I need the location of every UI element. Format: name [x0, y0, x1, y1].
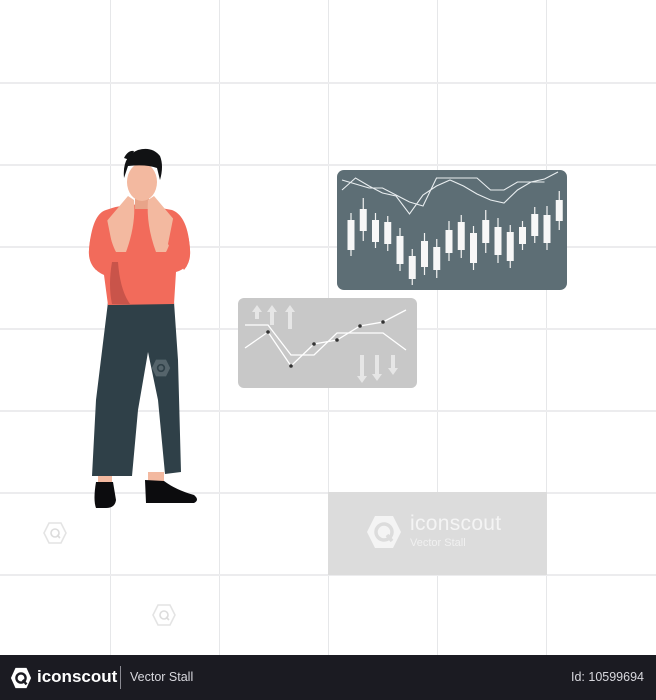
watermark-logo-icon — [151, 359, 171, 377]
footer-author[interactable]: Vector Stall — [130, 670, 193, 684]
worried-man-figure — [88, 148, 197, 508]
iconscout-logo-icon — [10, 667, 32, 689]
footer-brand[interactable]: iconscout — [37, 667, 117, 687]
footer-asset-id: Id: 10599694 — [571, 670, 644, 684]
pants — [92, 302, 181, 476]
footer-bar: iconscout Vector Stall Id: 10599694 — [0, 655, 656, 700]
illustration-canvas: iconscout Vector Stall — [0, 0, 656, 655]
right-shoe — [145, 480, 197, 503]
footer-divider — [120, 666, 121, 689]
left-shoe — [94, 482, 116, 508]
head — [127, 163, 157, 201]
